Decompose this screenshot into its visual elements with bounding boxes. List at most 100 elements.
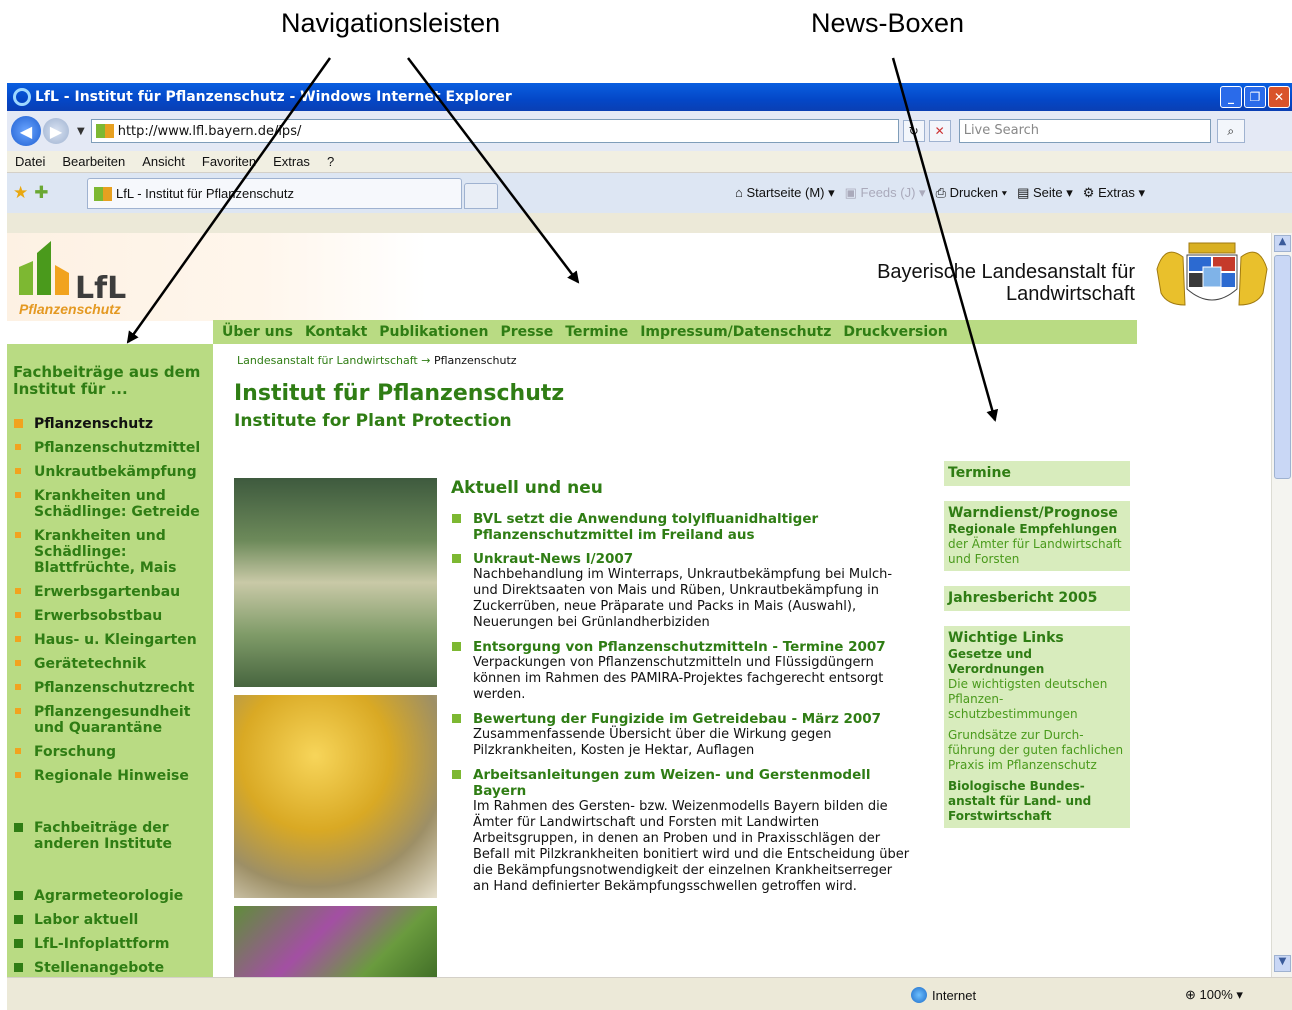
news-item: Bewertung der Fungizide im Getreidebau -…: [451, 711, 911, 759]
add-favorite-icon[interactable]: ✚: [34, 183, 48, 203]
history-dropdown-icon[interactable]: ▼: [77, 126, 85, 137]
news-item-title-link[interactable]: Arbeitsanleitungen zum Weizen- und Gerst…: [473, 767, 911, 799]
vertical-scrollbar[interactable]: ▲ ▼: [1271, 233, 1292, 977]
maximize-button[interactable]: ❐: [1244, 86, 1266, 108]
nav-druckversion[interactable]: Druckversion: [843, 324, 947, 340]
news-item-title-link[interactable]: Unkraut-News I/2007: [473, 551, 911, 567]
leftnav-item-pflanzengesundheit[interactable]: Pflanzengesundheit und Quarantäne: [13, 704, 213, 736]
feeds-button[interactable]: ▣ Feeds (J) ▾: [845, 185, 926, 201]
tools-button[interactable]: ⚙ Extras ▾: [1083, 185, 1145, 201]
menu-bearbeiten[interactable]: Bearbeiten: [62, 154, 125, 169]
regionale-empfehlungen-link[interactable]: Regionale Empfehlungen: [948, 522, 1126, 537]
leftnav-item-blattfruechte[interactable]: Krankheiten und Schädlinge: Blattfrüchte…: [13, 528, 213, 576]
leftnav-item-forschung[interactable]: Forschung: [13, 744, 213, 760]
leftnav-item-agrarmeteorologie[interactable]: Agrarmeteorologie: [13, 888, 213, 904]
minimize-button[interactable]: _: [1220, 86, 1242, 108]
flower-photo: [234, 906, 437, 977]
bba-link[interactable]: Biologische Bundes-anstalt für Land- und…: [948, 779, 1126, 824]
url-field[interactable]: http://www.lfl.bayern.de/ips/: [90, 119, 899, 143]
box-warndienst-title[interactable]: Warndienst/Prognose: [948, 504, 1126, 522]
url-text: http://www.lfl.bayern.de/ips/: [117, 123, 302, 139]
leftnav-item-unkrautbekaempfung[interactable]: Unkrautbekämpfung: [13, 464, 213, 480]
page-subtitle: Institute for Plant Protection: [234, 411, 512, 431]
nav-kontakt[interactable]: Kontakt: [305, 324, 367, 340]
leftnav-item-labor-aktuell[interactable]: Labor aktuell: [13, 912, 213, 928]
gesetze-link[interactable]: Gesetze und Verordnungen: [948, 647, 1126, 677]
institution-name: Bayerische Landesanstalt für Landwirtsch…: [877, 261, 1135, 305]
zoom-level[interactable]: ⊕ 100% ▾: [1185, 987, 1243, 1003]
breadcrumb-separator: →: [421, 354, 431, 367]
search-icon[interactable]: ⌕: [1216, 119, 1245, 143]
leftnav-item-stellenangebote[interactable]: Stellenangebote: [13, 960, 213, 976]
wichtige-links-title: Wichtige Links: [948, 630, 1064, 646]
scroll-down-icon[interactable]: ▼: [1274, 955, 1291, 972]
scroll-thumb[interactable]: [1274, 255, 1291, 479]
page-button[interactable]: ▤ Seite ▾: [1017, 185, 1073, 201]
leftnav-item-geraetetechnik[interactable]: Gerätetechnik: [13, 656, 213, 672]
leftnav-item-erwerbsobstbau[interactable]: Erwerbsobstbau: [13, 608, 213, 624]
menu-datei[interactable]: Datei: [15, 154, 45, 169]
grundsaetze-link[interactable]: Grundsätze zur Durch-führung der guten f…: [948, 728, 1126, 773]
favorites-star-icon[interactable]: ★: [13, 183, 28, 203]
leftnav-item-erwerbsgartenbau[interactable]: Erwerbsgartenbau: [13, 584, 213, 600]
nav-publikationen[interactable]: Publikationen: [379, 324, 488, 340]
annotation-navigationsleisten: Navigationsleisten: [281, 8, 501, 38]
print-button[interactable]: ⎙ Drucken ▾: [936, 185, 1008, 201]
forward-button[interactable]: ▶: [43, 118, 69, 144]
tab-lfl[interactable]: LfL - Institut für Pflanzenschutz: [87, 178, 462, 209]
annotation-news-boxen: News-Boxen: [811, 8, 965, 38]
back-button[interactable]: ◀: [11, 116, 41, 146]
search-input[interactable]: Live Search: [958, 119, 1211, 143]
breadcrumb: Landesanstalt für Landwirtschaft → Pflan…: [237, 354, 517, 367]
news-boxes: Termine Warndienst/Prognose Regionale Em…: [944, 461, 1130, 843]
left-navigation: Fachbeiträge aus dem Institut für ... Pf…: [7, 344, 213, 977]
nav-ueber-uns[interactable]: Über uns: [222, 324, 293, 340]
leftnav-item-infoplattform[interactable]: LfL-Infoplattform: [13, 936, 213, 952]
leftnav-item-regionale-hinweise[interactable]: Regionale Hinweise: [13, 768, 213, 784]
box-termine: Termine: [944, 461, 1130, 486]
address-bar: ◀ ▶ ▼ http://www.lfl.bayern.de/ips/ ↻ ✕ …: [7, 111, 1292, 151]
stop-button[interactable]: ✕: [928, 120, 951, 142]
menu-extras[interactable]: Extras: [273, 154, 310, 169]
new-tab-button[interactable]: [464, 183, 498, 209]
news-section: Aktuell und neu BVL setzt die Anwendung …: [451, 478, 911, 903]
tab-title: LfL - Institut für Pflanzenschutz: [116, 186, 294, 201]
close-button[interactable]: ✕: [1268, 86, 1290, 108]
breadcrumb-current: Pflanzenschutz: [433, 354, 517, 367]
news-item-text: Im Rahmen des Gersten- bzw. Weizenmodell…: [473, 799, 910, 894]
news-item: BVL setzt die Anwendung tolylfluanidhalt…: [451, 511, 911, 543]
home-button[interactable]: ⌂ Startseite (M) ▾: [735, 185, 835, 201]
tab-favicon-icon: [94, 186, 112, 201]
nav-impressum[interactable]: Impressum/Datenschutz: [640, 324, 831, 340]
leftnav-item-getreide[interactable]: Krankheiten und Schädlinge: Getreide: [13, 488, 213, 520]
box-termine-link[interactable]: Termine: [948, 464, 1126, 482]
menu-favoriten[interactable]: Favoriten: [202, 154, 256, 169]
security-zone: Internet: [911, 987, 976, 1003]
jahresbericht-link[interactable]: Jahresbericht 2005: [948, 589, 1126, 607]
refresh-button[interactable]: ↻: [902, 120, 925, 142]
browser-window: LfL - Institut für Pflanzenschutz - Wind…: [7, 83, 1292, 1010]
leftnav-item-hausgarten[interactable]: Haus- u. Kleingarten: [13, 632, 213, 648]
news-item-title-link[interactable]: Entsorgung von Pflanzenschutzmitteln - T…: [473, 639, 911, 655]
menu-help[interactable]: ?: [327, 154, 334, 169]
news-item-text: Nachbehandlung im Winterraps, Unkrautbek…: [473, 567, 893, 630]
nav-presse[interactable]: Presse: [500, 324, 553, 340]
news-item-title-link[interactable]: Bewertung der Fungizide im Getreidebau -…: [473, 711, 911, 727]
command-bar: ⌂ Startseite (M) ▾ ▣ Feeds (J) ▾ ⎙ Druck…: [735, 185, 1145, 201]
content-corner: [213, 344, 233, 364]
leftnav-item-pflanzenschutzrecht[interactable]: Pflanzenschutzrecht: [13, 680, 213, 696]
box-jahresbericht: Jahresbericht 2005: [944, 586, 1130, 611]
leftnav-item-pflanzenschutz[interactable]: Pflanzenschutz: [13, 416, 213, 432]
scroll-up-icon[interactable]: ▲: [1274, 235, 1291, 252]
news-item-title-link[interactable]: BVL setzt die Anwendung tolylfluanidhalt…: [473, 511, 911, 543]
menu-bar: Datei Bearbeiten Ansicht Favoriten Extra…: [7, 151, 1292, 173]
menu-ansicht[interactable]: Ansicht: [142, 154, 185, 169]
wheat-photo: [234, 478, 437, 687]
leftnav-item-andere-institute[interactable]: Fachbeiträge der anderen Institute: [13, 820, 213, 852]
corn-photo: [234, 695, 437, 898]
logo-subtitle: Pflanzenschutz: [19, 301, 121, 317]
nav-termine[interactable]: Termine: [565, 324, 628, 340]
breadcrumb-parent[interactable]: Landesanstalt für Landwirtschaft: [237, 354, 418, 367]
news-item: Arbeitsanleitungen zum Weizen- und Gerst…: [451, 767, 911, 895]
leftnav-item-pflanzenschutzmittel[interactable]: Pflanzenschutzmittel: [13, 440, 213, 456]
